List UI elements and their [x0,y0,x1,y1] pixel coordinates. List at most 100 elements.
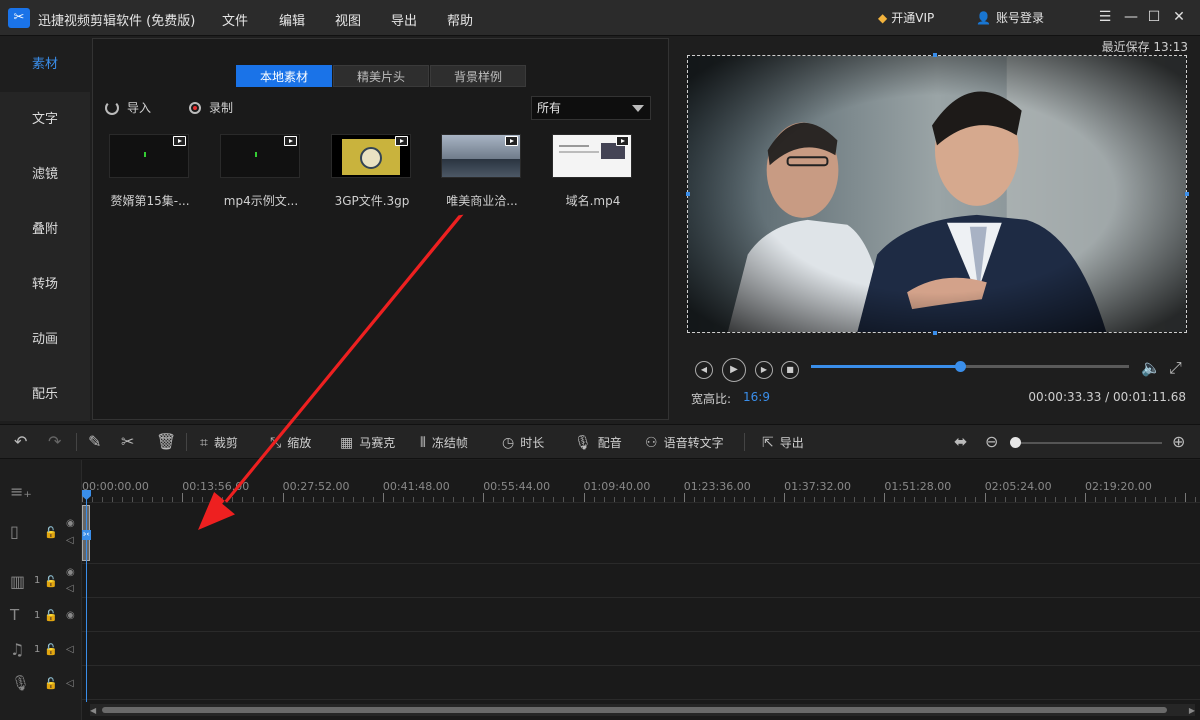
redo-icon[interactable]: ↷ [48,432,61,451]
export-button[interactable]: ⇱ 导出 [762,434,804,451]
minimize-icon[interactable]: — [1122,8,1140,26]
filter-value: 所有 [537,101,562,115]
volume-icon[interactable]: 🔈 [1141,358,1161,377]
speech-icon: ⚇ [645,435,658,451]
clip-name: 赘婿第15集-... [110,194,190,208]
split-icon[interactable]: ✂ [121,432,134,451]
add-track-icon[interactable]: ≡₊ [10,482,32,501]
eye-icon[interactable]: ◉ [66,610,75,621]
tick-label: 00:55:44.00 [483,480,551,493]
timeline-scrollbar[interactable]: ◀ ▶ [90,704,1195,716]
nav-filter[interactable]: 滤镜 [0,147,90,202]
video-preview[interactable] [687,55,1187,333]
filter-select[interactable]: 所有 [531,96,651,120]
prev-frame-icon[interactable]: ◀ [695,361,713,379]
speaker-icon[interactable]: ◁ [66,583,74,594]
ruler-tick [683,493,685,502]
time-ruler[interactable]: 00:00:00.00 00:13:56.00 00:27:52.00 00:41:4… [82,460,1200,502]
track-music[interactable] [82,632,1200,666]
login-button[interactable]: 👤 账号登录 [976,9,1044,26]
zoom-out-icon[interactable]: ⊖ [985,432,998,451]
playback-progress[interactable] [811,361,1129,372]
media-clip[interactable]: 域名.mp4 [552,134,634,209]
zoom-tool-button[interactable]: ⤡ 缩放 [270,434,311,451]
menu-export[interactable]: 导出 [391,10,417,29]
stop-icon[interactable]: ■ [781,361,799,379]
delete-icon[interactable]: 🗑 [156,432,176,451]
close-icon[interactable]: ✕ [1170,8,1188,26]
progress-handle[interactable] [955,361,967,372]
track-text[interactable] [82,598,1200,632]
eye-icon[interactable]: ◉ [66,567,75,578]
nav-music[interactable]: 配乐 [0,367,90,422]
speech-to-text-button[interactable]: ⚇ 语音转文字 [645,434,724,451]
play-icon[interactable]: ▶ [722,358,746,382]
freeze-button[interactable]: ⫴ 冻结帧 [420,434,468,451]
nav-material[interactable]: 素材 [0,37,90,92]
crop-button[interactable]: ⌗ 裁剪 [200,434,238,451]
tab-local[interactable]: 本地素材 [236,65,332,87]
microphone-icon: 🎙 [574,435,592,451]
ruler-tick [1085,493,1086,502]
duration-button[interactable]: ◷ 时长 [502,434,544,451]
vip-button[interactable]: ◆ 开通VIP [878,9,934,26]
media-clip[interactable]: 赘婿第15集-... [109,134,191,209]
edit-icon[interactable]: ✎ [88,432,101,451]
undo-icon[interactable]: ↶ [14,432,27,451]
media-clip[interactable]: 3GP文件.3gp [331,134,413,209]
app-title: 迅捷视频剪辑软件 (免费版) [38,14,196,29]
media-clip[interactable]: mp4示例文... [220,134,302,209]
track-voice[interactable] [82,666,1200,700]
track-main-video[interactable] [82,502,1200,564]
crop-icon: ⌗ [200,435,208,451]
menu-view[interactable]: 视图 [335,10,361,29]
video-frame [688,56,1186,332]
nav-transition[interactable]: 转场 [0,257,90,312]
lock-icon[interactable]: 🔓 [44,526,58,539]
menu-file[interactable]: 文件 [222,10,248,29]
nav-overlay[interactable]: 叠附 [0,202,90,257]
ruler-tick [483,493,485,502]
timeline-zoom-slider[interactable] [1014,442,1162,444]
scroll-right-icon[interactable]: ▶ [1189,706,1195,715]
lock-icon[interactable]: 🔓 [44,677,58,690]
fullscreen-icon[interactable]: ⤢ [1169,358,1182,378]
menu-help[interactable]: 帮助 [447,10,473,29]
eye-icon[interactable]: ◉ [66,518,75,529]
settings-menu-icon[interactable]: ☰ [1096,8,1114,26]
speaker-icon[interactable]: ◁ [66,644,74,655]
playhead[interactable] [86,490,87,702]
fit-timeline-icon[interactable]: ⬌ [954,432,967,451]
media-clip[interactable]: 唯美商业洽... [441,134,523,209]
lock-icon[interactable]: 🔓 [44,575,58,588]
speaker-icon[interactable]: ◁ [66,535,74,546]
tick-label: 00:13:56.00 [182,480,250,493]
dub-button[interactable]: 🎙 配音 [574,434,622,451]
lock-icon[interactable]: 🔓 [44,609,58,622]
tab-intros[interactable]: 精美片头 [333,65,429,87]
aspect-ratio-select[interactable]: 16:9 [743,390,770,404]
timeline: ≡₊ ▯ 🔓 ◉ ◁ ▥ 1 🔓 ◉ ◁ T 1 🔓 ◉ ♫ 1 🔓 ◁ 🎙 🔓 [0,460,1200,720]
import-button[interactable]: 导入 [105,99,151,116]
nav-animation[interactable]: 动画 [0,312,90,367]
next-frame-icon[interactable]: ▶ [755,361,773,379]
maximize-icon[interactable]: ☐ [1145,8,1163,26]
tick-label: 01:09:40.00 [583,480,651,493]
video-badge-icon [505,136,518,146]
nav-text[interactable]: 文字 [0,92,90,147]
menu-edit[interactable]: 编辑 [279,10,305,29]
scroll-thumb[interactable] [102,707,1167,713]
speaker-icon[interactable]: ◁ [66,678,74,689]
clip-thumbnail [109,134,189,178]
media-library: 本地素材 精美片头 背景样例 导入 录制 所有 赘婿第15集-... mp4示例… [92,38,669,420]
track-pip[interactable] [82,564,1200,598]
record-button[interactable]: 录制 [189,99,233,116]
tab-backgrounds[interactable]: 背景样例 [430,65,526,87]
lock-icon[interactable]: 🔓 [44,643,58,656]
freeze-icon: ⫴ [420,435,426,451]
zoom-in-icon[interactable]: ⊕ [1172,432,1185,451]
mosaic-label: 马赛克 [359,436,396,450]
scroll-left-icon[interactable]: ◀ [90,706,96,715]
mosaic-button[interactable]: ▦ 马赛克 [340,434,395,451]
timeline-zoom-handle[interactable] [1010,437,1021,448]
